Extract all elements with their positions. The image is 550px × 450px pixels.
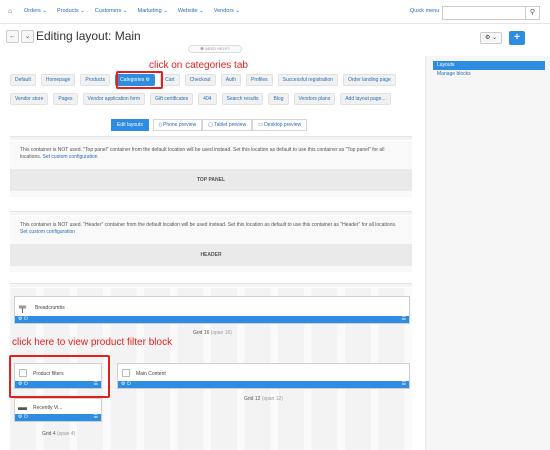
layout-dropdown-button[interactable]: ⌄ <box>21 30 34 43</box>
header-container: This container is NOT used. "Header" con… <box>10 216 412 272</box>
main-content-block[interactable]: Main Content ⚙ ⏻ ☰ <box>117 363 410 389</box>
add-button[interactable]: + <box>509 31 525 45</box>
separator <box>10 211 412 215</box>
tablet-preview-button[interactable]: ▢ Tablet preview <box>202 119 253 131</box>
layout-tabs-row-2: Vendor store Pages Vendor application fo… <box>10 93 391 105</box>
sidebar: Layouts Manage blocks <box>425 56 550 450</box>
tab-order-landing-page[interactable]: Order landing page <box>342 74 396 86</box>
tab-auth[interactable]: Auth <box>220 74 241 86</box>
block-checkbox[interactable] <box>122 369 130 377</box>
block-title: Breadcrumbs <box>35 305 65 311</box>
menu-marketing[interactable]: Marketing ⌄ <box>138 8 168 14</box>
categories-highlight-box <box>116 71 163 89</box>
desktop-preview-button[interactable]: ▭ Desktop preview <box>252 119 308 131</box>
header-label: HEADER <box>10 244 412 266</box>
tab-checkout[interactable]: Checkout <box>184 74 216 86</box>
need-help-button[interactable]: ❶ NEED HELP? <box>188 45 242 53</box>
tab-blog[interactable]: Blog <box>268 93 289 105</box>
search-icon[interactable]: ⚲ <box>525 7 539 19</box>
block-title: Recently Vi... <box>33 405 63 411</box>
block-menu-icon[interactable]: ☰ <box>402 316 406 323</box>
back-button[interactable]: ← <box>6 30 19 43</box>
recently-viewed-block[interactable]: ▬ Recently Vi... ⚙ ⏻ ☰ <box>14 398 102 422</box>
tab-homepage[interactable]: Homepage <box>40 74 76 86</box>
set-custom-configuration-link[interactable]: Set custom configuration <box>20 229 75 235</box>
tab-404[interactable]: 404 <box>198 93 217 105</box>
home-icon[interactable]: ⌂ <box>8 8 12 15</box>
tab-profiles[interactable]: Profiles <box>245 74 273 86</box>
tab-successful-registration[interactable]: Successful registration <box>277 74 338 86</box>
tab-vendor-application-form[interactable]: Vendor application form <box>82 93 146 105</box>
layout-tabs-row-1: Default Homepage Products Categories ⚙ C… <box>10 74 396 86</box>
block-settings-icon[interactable]: ⚙ ⏻ <box>18 316 28 322</box>
breadcrumbs-block[interactable]: ╤ Breadcrumbs ⚙ ⏻ ☰ <box>14 296 410 324</box>
menu-vendors[interactable]: Vendors ⌄ <box>214 8 240 14</box>
breadcrumbs-icon: ╤ <box>19 302 27 313</box>
settings-dropdown-button[interactable]: ⚙ ⌄ <box>480 32 502 44</box>
block-title: Main Content <box>136 371 166 377</box>
phone-preview-button[interactable]: ▯ Phone preview <box>152 119 203 131</box>
edit-layouts-button[interactable]: Edit layouts <box>111 119 149 131</box>
tab-pages[interactable]: Pages <box>53 93 78 105</box>
set-custom-configuration-link[interactable]: Set custom configuration <box>43 154 98 160</box>
separator <box>10 136 412 140</box>
tab-products[interactable]: Products <box>80 74 111 86</box>
top-panel-message: This container is NOT used. "Top panel" … <box>20 147 385 160</box>
tab-cart[interactable]: Cart <box>160 74 180 86</box>
tab-default[interactable]: Default <box>10 74 36 86</box>
annotation-product-filter: click here to view product filter block <box>12 337 173 348</box>
menu-orders[interactable]: Orders ⌄ <box>24 8 47 14</box>
menu-products[interactable]: Products ⌄ <box>57 8 85 14</box>
main-menu: Orders ⌄ Products ⌄ Customers ⌄ Marketin… <box>24 8 240 14</box>
grid-16-label: Grid 16 (span 16) <box>193 330 232 336</box>
top-panel-label: TOP PANEL <box>10 169 412 191</box>
top-navigation: ⌂ Orders ⌄ Products ⌄ Customers ⌄ Market… <box>0 0 550 24</box>
tab-vendors-plans[interactable]: Vendors plans <box>293 93 336 105</box>
top-panel-container: This container is NOT used. "Top panel" … <box>10 141 412 197</box>
block-settings-icon[interactable]: ⚙ ⏻ <box>18 414 28 420</box>
block-menu-icon[interactable]: ☰ <box>94 414 98 421</box>
page-title: Editing layout: Main <box>36 29 141 43</box>
product-filters-highlight-box <box>9 355 110 398</box>
menu-customers[interactable]: Customers ⌄ <box>95 8 128 14</box>
block-toolbar[interactable]: ⚙ ⏻ ☰ <box>15 316 409 323</box>
products-icon: ▬ <box>18 402 27 412</box>
sidebar-item-manage-blocks[interactable]: Manage blocks <box>437 71 471 77</box>
search-input[interactable]: ⚲ <box>442 6 540 20</box>
menu-website[interactable]: Website ⌄ <box>178 8 204 14</box>
grid-4-label: Grid 4 (span 4) <box>42 431 76 437</box>
block-settings-icon[interactable]: ⚙ ⏻ <box>121 381 131 387</box>
block-menu-icon[interactable]: ☰ <box>402 381 406 388</box>
preview-mode-switcher: Edit layouts ▯ Phone preview ▢ Tablet pr… <box>111 119 308 131</box>
tab-vendor-store[interactable]: Vendor store <box>10 93 49 105</box>
tab-add-layout-page[interactable]: Add layout page... <box>340 93 391 105</box>
tab-gift-certificates[interactable]: Gift certificates <box>150 93 194 105</box>
header-message: This container is NOT used. "Header" con… <box>20 222 397 235</box>
annotation-categories: click on categories tab <box>149 60 248 71</box>
block-toolbar[interactable]: ⚙ ⏻ ☰ <box>15 414 101 421</box>
sidebar-item-layouts[interactable]: Layouts <box>433 61 545 70</box>
block-toolbar[interactable]: ⚙ ⏻ ☰ <box>118 381 409 388</box>
tab-search-results[interactable]: Search results <box>221 93 264 105</box>
separator <box>10 283 412 287</box>
quick-menu-link[interactable]: Quick menu <box>410 8 439 14</box>
grid-12-label: Grid 12 (span 12) <box>244 396 283 402</box>
